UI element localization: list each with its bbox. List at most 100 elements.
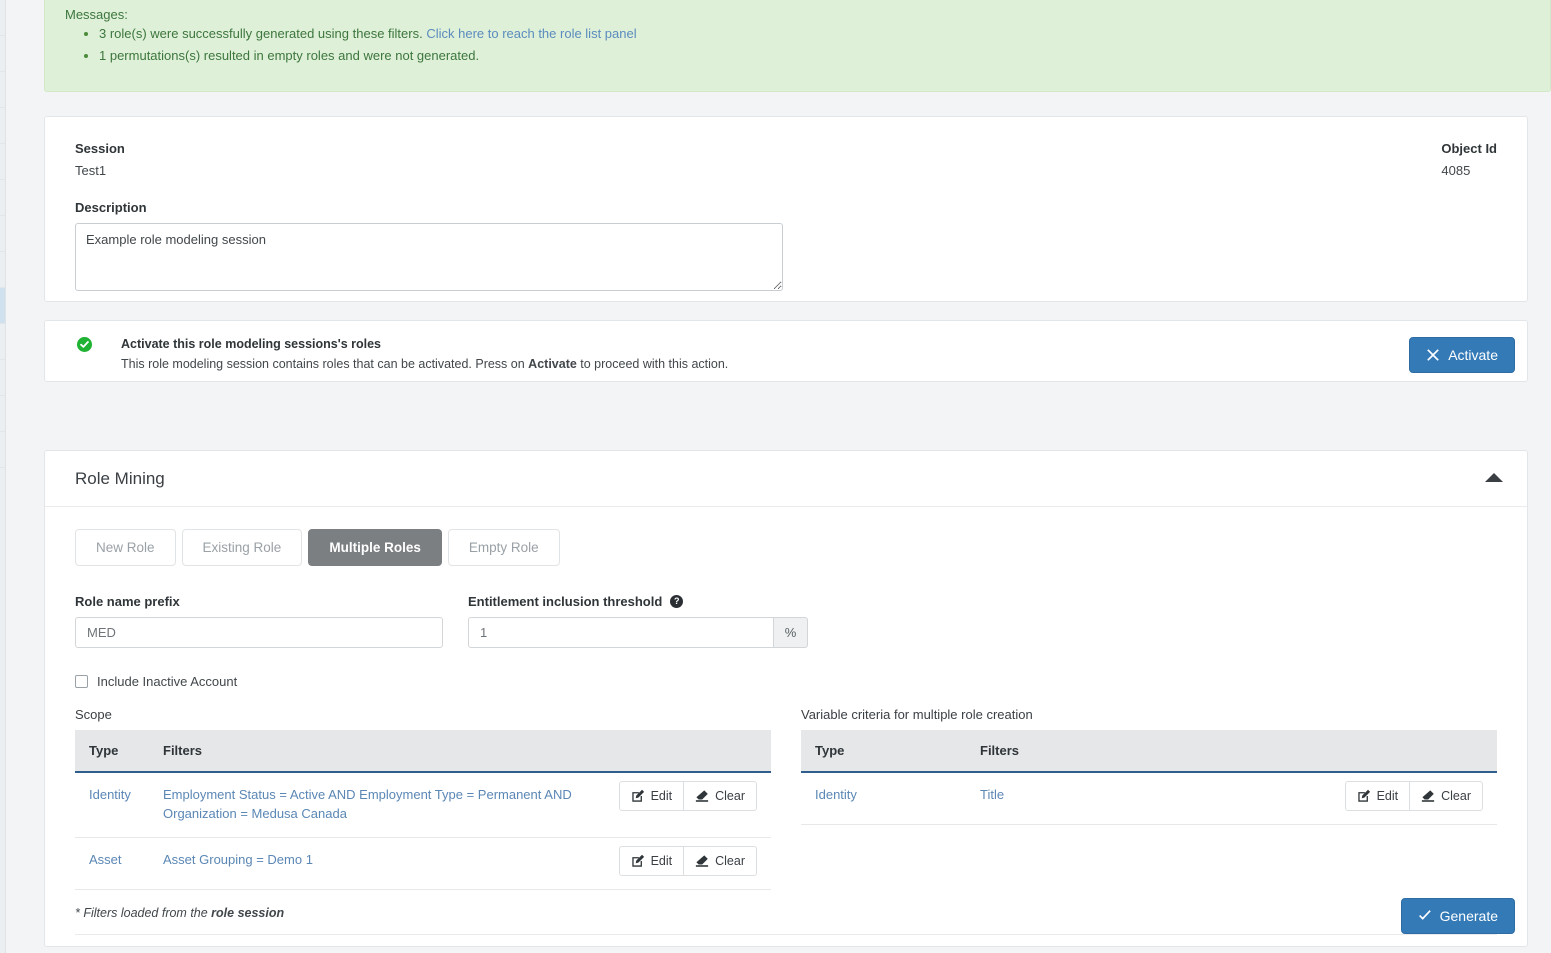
- activate-card: Activate this role modeling sessions's r…: [44, 320, 1528, 382]
- filters-footnote: * Filters loaded from the role session: [75, 906, 1497, 935]
- sidebar-row[interactable]: [0, 144, 5, 180]
- object-id-value: 4085: [1441, 163, 1471, 178]
- sidebar-row[interactable]: [0, 72, 5, 108]
- sidebar-row[interactable]: [0, 432, 5, 468]
- sidebar-row[interactable]: [0, 252, 5, 288]
- role-mining-form: Role name prefix Entitlement inclusion t…: [75, 594, 1497, 648]
- include-inactive-account-label[interactable]: Include Inactive Account: [97, 674, 237, 689]
- sidebar-row[interactable]: [0, 36, 5, 72]
- activate-description: This role modeling session contains role…: [121, 354, 1507, 374]
- entitlement-threshold-label: Entitlement inclusion threshold ?: [468, 594, 808, 609]
- check-circle-icon: [77, 337, 92, 352]
- generate-button[interactable]: Generate: [1400, 898, 1515, 934]
- activate-desc-after: to proceed with this action.: [576, 356, 729, 371]
- collapsed-sidebar-sliver: [0, 0, 6, 953]
- sidebar-row[interactable]: [0, 0, 5, 36]
- variable-row-type[interactable]: Identity: [815, 787, 857, 802]
- scope-row-actions: Edit Clear: [618, 781, 757, 811]
- variable-col-filters: Filters: [966, 730, 1497, 773]
- role-list-panel-link[interactable]: Click here to reach the role list panel: [426, 26, 636, 41]
- entitlement-threshold-label-text: Entitlement inclusion threshold: [468, 594, 663, 609]
- tab-multiple-roles[interactable]: Multiple Roles: [308, 529, 442, 566]
- scope-row-filters[interactable]: Employment Status = Active AND Employmen…: [163, 787, 572, 821]
- object-id-block: Object Id 4085: [1441, 141, 1497, 178]
- scope-table-body: Identity Employment Status = Active AND …: [75, 772, 771, 890]
- session-name-value: Test1: [75, 163, 107, 178]
- activate-button[interactable]: Activate: [1409, 337, 1515, 373]
- variable-criteria-caption: Variable criteria for multiple role crea…: [801, 707, 1033, 722]
- session-label: Session: [75, 141, 125, 156]
- tab-existing-role[interactable]: Existing Role: [181, 529, 303, 566]
- scope-col-type: Type: [75, 730, 149, 773]
- table-header-row: Type Filters: [801, 730, 1497, 773]
- table-row: Identity Employment Status = Active AND …: [75, 772, 771, 838]
- scope-table-head: Type Filters: [75, 730, 771, 773]
- table-row: Asset Asset Grouping = Demo 1 Edit Clear: [75, 837, 771, 890]
- eraser-icon: [695, 854, 709, 868]
- tab-new-role[interactable]: New Role: [75, 529, 176, 566]
- role-mining-tabs: New Role Existing Role Multiple Roles Em…: [75, 529, 1497, 566]
- scope-caption: Scope: [75, 707, 112, 722]
- variable-edit-button[interactable]: Edit: [1344, 781, 1411, 811]
- footnote-bold: role session: [211, 905, 285, 920]
- scope-table: Type Filters Identity Employment Status …: [75, 730, 771, 890]
- role-mining-card: Role Mining New Role Existing Role Multi…: [44, 450, 1528, 947]
- messages-title: Messages:: [65, 7, 128, 22]
- variable-col-type: Type: [801, 730, 966, 773]
- sidebar-row[interactable]: [0, 360, 5, 396]
- include-inactive-account-checkbox[interactable]: [75, 675, 88, 688]
- message-text: 1 permutations(s) resulted in empty role…: [99, 47, 480, 63]
- sidebar-row[interactable]: [0, 216, 5, 252]
- question-circle-icon[interactable]: ?: [670, 595, 684, 608]
- variable-criteria-table: Type Filters Identity Title Edit Clear: [801, 730, 1497, 825]
- activate-heading: Activate this role modeling sessions's r…: [121, 337, 382, 351]
- scope-clear-button[interactable]: Clear: [684, 845, 757, 876]
- message-text: 3 role(s) were successfully generated us…: [99, 26, 427, 41]
- entitlement-threshold-input-group: %: [468, 617, 808, 648]
- scope-edit-button[interactable]: Edit: [618, 845, 685, 876]
- entitlement-threshold-group: Entitlement inclusion threshold ? %: [468, 594, 808, 648]
- sidebar-row-selected[interactable]: [0, 288, 5, 324]
- scope-row-actions: Edit Clear: [618, 845, 757, 876]
- sidebar-row[interactable]: [0, 180, 5, 216]
- scope-clear-button[interactable]: Clear: [684, 781, 757, 811]
- session-card: Session Test1 Object Id 4085 Description: [44, 116, 1528, 302]
- role-name-prefix-input[interactable]: [75, 617, 443, 648]
- sidebar-row[interactable]: [0, 324, 5, 360]
- variable-clear-button[interactable]: Clear: [1410, 781, 1483, 811]
- scope-col-filters: Filters: [149, 730, 771, 773]
- scope-edit-label: Edit: [650, 853, 673, 868]
- include-inactive-account-row: Include Inactive Account: [75, 674, 1497, 689]
- entitlement-threshold-input[interactable]: [468, 617, 774, 648]
- scope-row-filters[interactable]: Asset Grouping = Demo 1: [163, 852, 313, 867]
- times-icon: [1426, 348, 1440, 362]
- activate-button-label: Activate: [1448, 347, 1498, 363]
- filters-tables: Scope Type Filters Identity Employment S…: [75, 707, 1497, 890]
- variable-row-actions: Edit Clear: [1344, 781, 1483, 811]
- sidebar-row[interactable]: [0, 108, 5, 144]
- check-icon: [1418, 909, 1432, 923]
- description-textarea[interactable]: [75, 223, 783, 291]
- message-item: 1 permutations(s) resulted in empty role…: [99, 47, 1530, 66]
- page-title: Role Mining: [75, 468, 165, 488]
- pencil-square-icon: [631, 789, 645, 803]
- pencil-square-icon: [1357, 789, 1371, 803]
- variable-criteria-section: Variable criteria for multiple role crea…: [801, 707, 1497, 890]
- pencil-square-icon: [631, 854, 645, 868]
- caret-up-icon[interactable]: [1485, 473, 1503, 482]
- scope-clear-label: Clear: [715, 789, 745, 803]
- table-row: Identity Title Edit Clear: [801, 772, 1497, 825]
- scope-row-type[interactable]: Identity: [89, 787, 131, 802]
- variable-clear-label: Clear: [1441, 789, 1471, 803]
- variable-edit-label: Edit: [1376, 789, 1399, 803]
- sidebar-row[interactable]: [0, 396, 5, 432]
- activate-desc-before: This role modeling session contains role…: [121, 356, 529, 371]
- scope-edit-button[interactable]: Edit: [618, 781, 685, 811]
- scope-row-type[interactable]: Asset: [89, 852, 122, 867]
- footnote-text: * Filters loaded from the: [75, 905, 212, 920]
- tab-empty-role[interactable]: Empty Role: [447, 529, 560, 566]
- eraser-icon: [695, 789, 709, 803]
- variable-row-filters[interactable]: Title: [980, 787, 1004, 802]
- scope-edit-label: Edit: [650, 789, 673, 803]
- activate-desc-bold: Activate: [528, 356, 577, 371]
